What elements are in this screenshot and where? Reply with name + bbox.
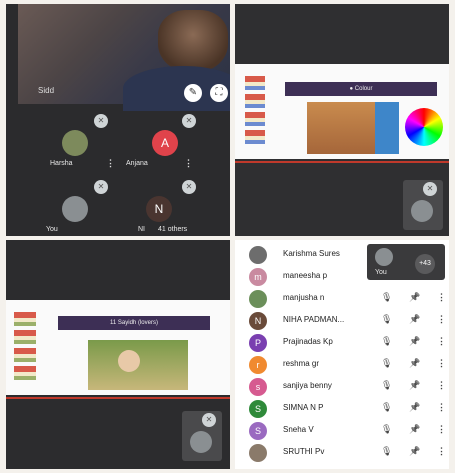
participant-row[interactable]: N NIHA PADMAN... 🎙 📌 ⋮ [235, 310, 449, 332]
participant-row[interactable]: r reshma gr 🎙 📌 ⋮ [235, 354, 449, 376]
participant-name: Sneha V [283, 425, 314, 434]
more-options-icon[interactable]: ⋮ [437, 358, 446, 369]
participant-avatar [190, 431, 212, 453]
participant-avatar: A [152, 130, 178, 156]
slide-thumbnails [245, 76, 265, 146]
participant-avatar [249, 444, 267, 462]
pin-icon[interactable]: 📌 [409, 358, 420, 369]
more-options-icon[interactable]: ⋮ [437, 402, 446, 413]
participant-face [158, 10, 228, 72]
tile-name-you: You [46, 226, 58, 233]
slide-thumbnails [14, 312, 36, 382]
screen-share: 11 Sayidh (lovers) [6, 300, 230, 395]
participant-name: maneesha p [283, 271, 328, 280]
mic-off-icon: 🎙 [381, 314, 393, 324]
tile-name-anjana: Anjana [126, 160, 148, 167]
mic-off-icon: ✕ [94, 180, 108, 194]
participant-avatar: S [249, 422, 267, 440]
participant-name: Prajinadas Kp [283, 337, 333, 346]
participant-name: reshma gr [283, 359, 320, 368]
slide-image [307, 102, 375, 154]
participant-row[interactable]: S Sneha V 🎙 📌 ⋮ [235, 420, 449, 442]
participant-name: Karishma Sures [283, 249, 340, 258]
more-options-icon[interactable]: ⋮ [437, 292, 446, 303]
pin-icon[interactable]: ✎ [184, 84, 202, 102]
participant-avatar: m [249, 268, 267, 286]
participants-panel: You +43 Karishma Sures m maneesha p manjush… [235, 240, 449, 469]
pin-icon[interactable]: 📌 [409, 380, 420, 391]
participant-name: sanjiya benny [283, 381, 332, 390]
pin-icon[interactable]: 📌 [409, 314, 420, 325]
participant-name: NIHA PADMAN... [283, 315, 345, 324]
participant-avatar: N [146, 196, 172, 222]
more-options-icon[interactable]: ⋮ [184, 158, 193, 169]
participant-avatar [62, 130, 88, 156]
mic-off-icon: 🎙 [381, 424, 393, 434]
pin-icon[interactable]: 📌 [409, 336, 420, 347]
slide-title: ● Colour [285, 82, 437, 96]
participant-avatar: N [249, 312, 267, 330]
mic-off-icon: ✕ [182, 180, 196, 194]
more-options-icon[interactable]: ⋮ [437, 314, 446, 325]
participant-name: SIMNA N P [283, 403, 324, 412]
participant-row[interactable]: manjusha n 🎙 📌 ⋮ [235, 288, 449, 310]
slide-panel [375, 102, 399, 154]
participant-avatar: r [249, 356, 267, 374]
mic-off-icon: 🎙 [381, 336, 393, 346]
self-name-label: Sidd [38, 86, 55, 95]
mic-off-icon: 🎙 [381, 358, 393, 368]
mic-off-icon: 🎙 [381, 380, 393, 390]
participant-avatar [249, 290, 267, 308]
screen-share: ● Colour [235, 64, 449, 159]
self-pip-tile[interactable]: ✕ [403, 180, 443, 230]
mic-off-icon: 🎙 [381, 292, 393, 302]
meeting-grid-1: Sidd ✎ ⛶ ✕ Harsha ⋮ ✕ A Anjana ⋮ ✕ You ✕… [6, 4, 230, 236]
tile-name-ni: NI [138, 226, 145, 233]
participant-name: manjusha n [283, 293, 325, 302]
mic-off-icon: 🎙 [381, 446, 393, 456]
color-wheel-image [405, 108, 443, 146]
mic-off-icon: 🎙 [381, 402, 393, 412]
divider [235, 161, 449, 163]
participant-avatar [249, 246, 267, 264]
participant-avatar [411, 200, 433, 222]
participant-row[interactable]: s sanjiya benny 🎙 📌 ⋮ [235, 376, 449, 398]
more-options-icon[interactable]: ⋮ [437, 380, 446, 391]
participant-name: SRUTHI Pv [283, 447, 325, 456]
slide-title: 11 Sayidh (lovers) [58, 316, 210, 330]
participant-avatar: S [249, 400, 267, 418]
participant-avatar: P [249, 334, 267, 352]
pin-icon[interactable]: 📌 [409, 424, 420, 435]
more-options-icon[interactable]: ⋮ [437, 424, 446, 435]
mic-off-icon: ✕ [94, 114, 108, 128]
participant-avatar: s [249, 378, 267, 396]
pin-icon[interactable]: 📌 [409, 292, 420, 303]
more-options-icon[interactable]: ⋮ [437, 446, 446, 457]
participant-row[interactable]: Karishma Sures [235, 244, 449, 266]
self-video-tile[interactable]: Sidd ✎ ⛶ [18, 4, 230, 111]
more-options-icon[interactable]: ⋮ [437, 336, 446, 347]
tile-name-harsha: Harsha [50, 160, 73, 167]
slide-photo-subject [118, 350, 140, 372]
participant-row[interactable]: m maneesha p [235, 266, 449, 288]
more-options-icon[interactable]: ⋮ [106, 158, 115, 169]
pin-icon[interactable]: 📌 [409, 446, 420, 457]
meeting-grid-3: 11 Sayidh (lovers) ✕ [6, 240, 230, 469]
pin-icon[interactable]: 📌 [409, 402, 420, 413]
participant-avatar [62, 196, 88, 222]
participant-row[interactable]: P Prajinadas Kp 🎙 📌 ⋮ [235, 332, 449, 354]
mic-off-icon: ✕ [202, 413, 216, 427]
fullscreen-icon[interactable]: ⛶ [210, 84, 228, 102]
meeting-grid-2: ● Colour ✕ [235, 4, 449, 236]
participant-row[interactable]: SRUTHI Pv 🎙 📌 ⋮ [235, 442, 449, 464]
others-count[interactable]: 41 others [158, 226, 187, 233]
mic-off-icon: ✕ [423, 182, 437, 196]
self-pip-tile[interactable]: ✕ [182, 411, 222, 461]
divider [6, 397, 230, 399]
mic-off-icon: ✕ [182, 114, 196, 128]
participant-row[interactable]: S SIMNA N P 🎙 📌 ⋮ [235, 398, 449, 420]
